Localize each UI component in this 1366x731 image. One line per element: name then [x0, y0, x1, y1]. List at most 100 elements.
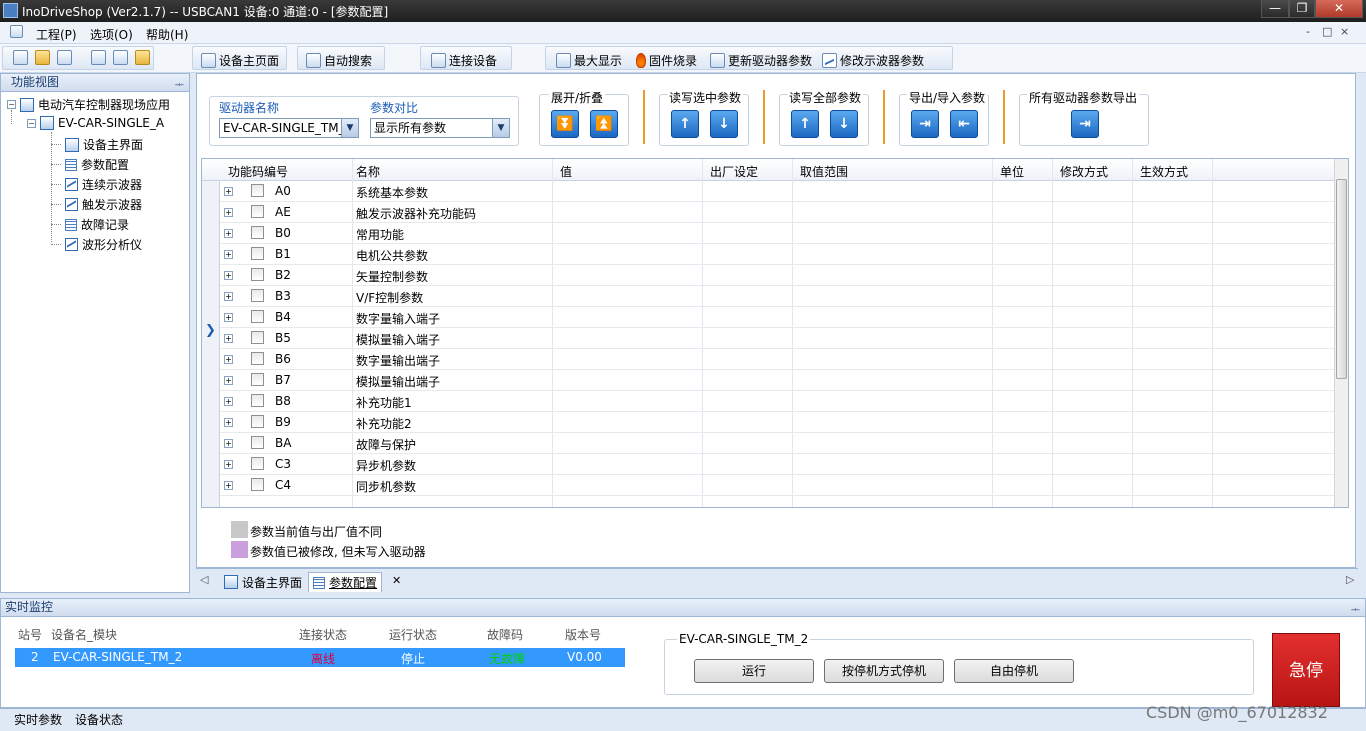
expand-row-icon[interactable]: +	[224, 397, 233, 406]
row-checkbox[interactable]	[251, 394, 264, 407]
row-checkbox[interactable]	[251, 457, 264, 470]
auto-search-button[interactable]: 自动搜索	[306, 50, 372, 70]
menu-list-icon[interactable]	[10, 25, 23, 38]
tree-item-continuous-scope[interactable]: 连续示波器	[51, 176, 142, 193]
tree-item-trigger-scope[interactable]: 触发示波器	[51, 196, 142, 213]
monitor-icon[interactable]	[113, 50, 128, 65]
row-checkbox[interactable]	[251, 415, 264, 428]
pin-icon[interactable]: ᆠ	[1351, 601, 1360, 616]
import-params-button[interactable]: ⇤	[950, 110, 978, 138]
monitor-row[interactable]: 2 EV-CAR-SINGLE_TM_2 离线 停止 无故障 V0.00	[15, 648, 625, 667]
open-folder-icon[interactable]	[35, 50, 50, 65]
table-row[interactable]: + A0 系统基本参数	[220, 181, 1346, 202]
table-row[interactable]: + B3 V/F控制参数	[220, 286, 1346, 307]
tree-item-fault-record[interactable]: 故障记录	[51, 216, 129, 233]
mdi-close-button[interactable]: ×	[1340, 25, 1349, 38]
menu-options[interactable]: 选项(O)	[90, 26, 133, 43]
column-header[interactable]: 名称	[356, 163, 380, 180]
run-button[interactable]: 运行	[694, 659, 814, 683]
param-compare-select[interactable]: 显示所有参数 ▼	[370, 118, 510, 138]
row-checkbox[interactable]	[251, 205, 264, 218]
read-selected-button[interactable]: ↑	[671, 110, 699, 138]
row-checkbox[interactable]	[251, 310, 264, 323]
row-checkbox[interactable]	[251, 289, 264, 302]
row-checkbox[interactable]	[251, 331, 264, 344]
device-home-button[interactable]: 设备主页面	[201, 50, 279, 70]
table-row[interactable]: + B2 矢量控制参数	[220, 265, 1346, 286]
expand-row-icon[interactable]: +	[224, 376, 233, 385]
row-checkbox[interactable]	[251, 352, 264, 365]
maximize-display-button[interactable]: 最大显示	[556, 50, 622, 70]
row-checkbox[interactable]	[251, 184, 264, 197]
expand-row-icon[interactable]: +	[224, 481, 233, 490]
collapse-icon[interactable]: −	[7, 100, 16, 109]
expand-row-icon[interactable]: +	[224, 313, 233, 322]
tab-close-button[interactable]: ✕	[392, 574, 401, 587]
table-row[interactable]: + B6 数字量输出端子	[220, 349, 1346, 370]
tools-icon[interactable]	[91, 50, 106, 65]
tab-realtime-params[interactable]: 实时参数	[14, 711, 62, 728]
column-header[interactable]: 取值范围	[800, 163, 848, 180]
tree-root[interactable]: − 电动汽车控制器现场应用	[7, 96, 170, 113]
column-header[interactable]: 单位	[1000, 163, 1024, 180]
free-stop-button[interactable]: 自由停机	[954, 659, 1074, 683]
collapse-icon[interactable]: −	[27, 118, 36, 128]
column-header[interactable]: 生效方式	[1140, 163, 1188, 180]
column-header[interactable]: 功能码编号	[228, 163, 288, 180]
maximize-button[interactable]: ❐	[1289, 0, 1315, 18]
settings-icon[interactable]	[135, 50, 150, 65]
table-row[interactable]: + B7 模拟量输出端子	[220, 370, 1346, 391]
modify-scope-params-button[interactable]: 修改示波器参数	[822, 50, 924, 70]
table-row[interactable]: + B4 数字量输入端子	[220, 307, 1346, 328]
minimize-button[interactable]: —	[1261, 0, 1289, 18]
tab-param-config[interactable]: 参数配置	[308, 572, 383, 592]
expand-row-icon[interactable]: +	[224, 418, 233, 427]
tab-scroll-left-icon[interactable]: ◁	[200, 573, 208, 586]
export-params-button[interactable]: ⇥	[911, 110, 939, 138]
column-header[interactable]: 出厂设定	[710, 163, 758, 180]
save-icon[interactable]	[57, 50, 72, 65]
expand-row-icon[interactable]: +	[224, 460, 233, 469]
menu-help[interactable]: 帮助(H)	[146, 26, 188, 43]
expand-row-icon[interactable]: +	[224, 250, 233, 259]
grid-scrollbar[interactable]	[1334, 159, 1348, 507]
expand-row-icon[interactable]: +	[224, 292, 233, 301]
stop-by-mode-button[interactable]: 按停机方式停机	[824, 659, 944, 683]
driver-name-select[interactable]: EV-CAR-SINGLE_TM_2 ▼	[219, 118, 359, 138]
mdi-minimize-button[interactable]: -	[1306, 25, 1310, 38]
update-driver-params-button[interactable]: 更新驱动器参数	[710, 50, 812, 70]
expand-row-icon[interactable]: +	[224, 271, 233, 280]
expand-row-icon[interactable]: +	[224, 439, 233, 448]
write-selected-button[interactable]: ↓	[710, 110, 738, 138]
new-file-icon[interactable]	[13, 50, 28, 65]
row-checkbox[interactable]	[251, 478, 264, 491]
write-all-button[interactable]: ↓	[830, 110, 858, 138]
mdi-restore-button[interactable]: □	[1322, 25, 1332, 38]
table-row[interactable]: + C4 同步机参数	[220, 475, 1346, 496]
scrollbar-thumb[interactable]	[1336, 179, 1347, 379]
expand-row-icon[interactable]: +	[224, 334, 233, 343]
row-checkbox[interactable]	[251, 268, 264, 281]
pin-icon[interactable]: ᆠ	[175, 76, 184, 91]
table-row[interactable]: + B9 补充功能2	[220, 412, 1346, 433]
row-checkbox[interactable]	[251, 436, 264, 449]
expand-row-icon[interactable]: +	[224, 355, 233, 364]
table-row[interactable]: + BA 故障与保护	[220, 433, 1346, 454]
close-button[interactable]: ✕	[1315, 0, 1363, 18]
row-checkbox[interactable]	[251, 247, 264, 260]
emergency-stop-button[interactable]: 急停	[1272, 633, 1340, 707]
expand-row-icon[interactable]: +	[224, 208, 233, 217]
tab-device-status[interactable]: 设备状态	[75, 711, 123, 728]
row-checkbox[interactable]	[251, 373, 264, 386]
tab-device-main[interactable]: 设备主界面	[220, 572, 306, 592]
menu-project[interactable]: 工程(P)	[36, 26, 77, 43]
table-row[interactable]: + AE 触发示波器补充功能码	[220, 202, 1346, 223]
expand-row-icon[interactable]: +	[224, 187, 233, 196]
table-row[interactable]: + B8 补充功能1	[220, 391, 1346, 412]
connect-device-button[interactable]: 连接设备	[431, 50, 497, 70]
table-row[interactable]: + B0 常用功能	[220, 223, 1346, 244]
tab-scroll-right-icon[interactable]: ▷	[1346, 573, 1354, 586]
table-row[interactable]: + C3 异步机参数	[220, 454, 1346, 475]
column-header[interactable]: 修改方式	[1060, 163, 1108, 180]
chevron-down-icon[interactable]: ▼	[341, 119, 358, 137]
